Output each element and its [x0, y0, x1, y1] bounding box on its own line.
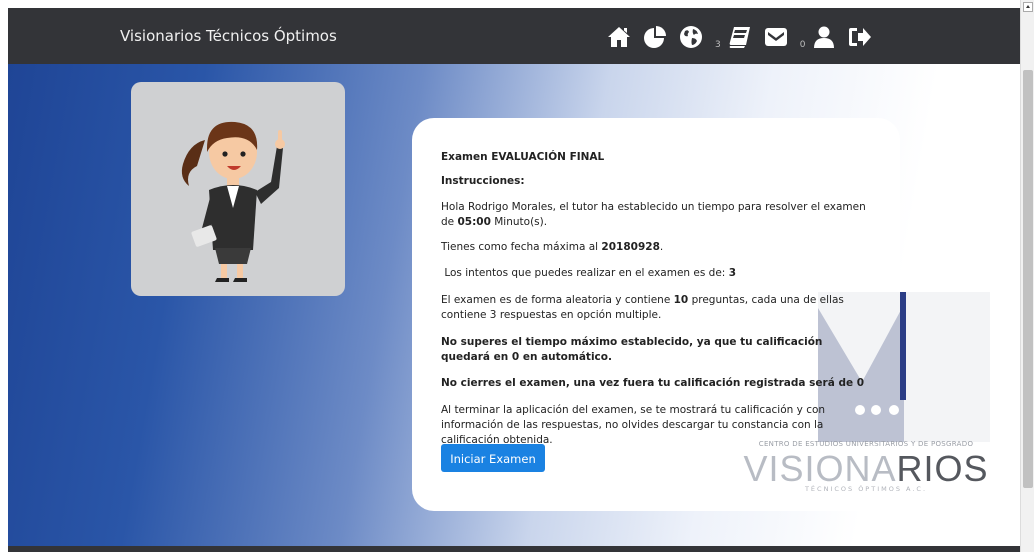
scroll-up-arrow[interactable] — [1023, 2, 1033, 12]
page-left-margin — [0, 0, 8, 552]
top-navbar: Visionarios Técnicos Óptimos 3 0 — [8, 8, 1020, 64]
greeting-text: Hola Rodrigo Morales, el tutor ha establ… — [441, 200, 873, 230]
time-unit: Minuto(s). — [490, 216, 548, 228]
footer-strip — [8, 546, 1020, 552]
random-text: El examen es de forma aleatoria y contie… — [441, 293, 873, 323]
tutor-illustration — [181, 121, 285, 282]
deadline-text: Tienes como fecha máxima al 20180928. — [441, 240, 663, 255]
random-prefix: El examen es de forma aleatoria y contie… — [441, 294, 674, 306]
envelope-icon[interactable] — [763, 24, 789, 50]
attempts-text: Los intentos que puedes realizar en el e… — [441, 266, 736, 281]
attempts-value: 3 — [728, 267, 736, 279]
sign-out-icon[interactable] — [847, 24, 873, 50]
exam-title: Examen EVALUACIÓN FINAL — [441, 151, 605, 163]
nav-icon-bar: 3 0 — [606, 22, 883, 50]
brand-title[interactable]: Visionarios Técnicos Óptimos — [120, 8, 337, 64]
logo-wordmark-left: VISIONA — [743, 448, 897, 489]
vertical-scrollbar[interactable] — [1020, 0, 1034, 552]
deadline-prefix: Tienes como fecha máxima al — [441, 241, 602, 253]
closing-note: Al terminar la aplicación del examen, se… — [441, 404, 826, 446]
time-value: 05:00 — [457, 216, 491, 228]
start-exam-button[interactable]: Iniciar Examen — [441, 444, 545, 472]
scroll-thumb[interactable] — [1023, 70, 1033, 488]
logo-wordmark-right: RIOS — [896, 448, 989, 489]
user-icon[interactable] — [811, 24, 837, 50]
globe-icon[interactable] — [678, 24, 704, 50]
pie-chart-icon[interactable] — [642, 24, 668, 50]
questions-value: 10 — [673, 294, 689, 306]
deadline-value: 20180928 — [601, 241, 660, 253]
warning-close: No cierres el examen, una vez fuera tu c… — [441, 377, 865, 389]
warning-time: No superes el tiempo máximo establecido,… — [441, 336, 823, 363]
home-icon[interactable] — [606, 24, 632, 50]
logo-sub-line: TÉCNICOS ÓPTIMOS A.C. — [804, 485, 928, 493]
logo-wordmark: VISIONARIOS — [742, 448, 990, 490]
avatar-card — [131, 82, 345, 296]
globe-badge: 3 — [715, 40, 721, 50]
deadline-suffix: . — [659, 241, 664, 253]
envelope-badge: 0 — [799, 40, 806, 50]
book-icon[interactable] — [727, 24, 753, 50]
attempts-prefix: Los intentos que puedes realizar en el e… — [441, 267, 729, 279]
instructions-heading: Instrucciones: — [441, 175, 525, 187]
